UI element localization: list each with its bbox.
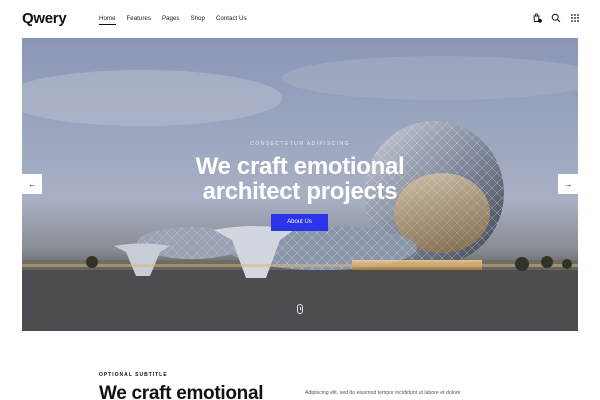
- grid-menu-icon[interactable]: [570, 13, 580, 23]
- nav-item-features[interactable]: Features: [127, 15, 151, 22]
- about-us-button[interactable]: About Us: [271, 214, 328, 231]
- slider-next-button[interactable]: →: [558, 174, 578, 194]
- site-logo[interactable]: Qwery: [22, 10, 67, 27]
- nav-item-shop[interactable]: Shop: [190, 15, 204, 22]
- nav-item-home[interactable]: Home: [99, 15, 116, 25]
- slider-prev-button[interactable]: ←: [22, 174, 42, 194]
- section-title: We craft emotional: [99, 383, 264, 400]
- section-subtitle: Optional subtitle: [99, 372, 168, 378]
- header-icons: [532, 13, 580, 23]
- hero-title-line-1: We craft emotional: [195, 153, 405, 180]
- arrow-left-icon: ←: [27, 179, 37, 189]
- search-icon[interactable]: [551, 13, 561, 23]
- site-header: Qwery Home Features Pages Shop Contact U…: [0, 0, 600, 38]
- nav-item-contact-us[interactable]: Contact Us: [216, 15, 247, 22]
- nav-item-pages[interactable]: Pages: [162, 15, 180, 22]
- arrow-right-icon: →: [563, 179, 573, 189]
- hero-eyebrow: Consectetur adipiscing: [250, 141, 350, 147]
- section-text: Adipiscing elit, sed do eiusmod tempor i…: [305, 390, 461, 396]
- main-nav: Home Features Pages Shop Contact Us: [99, 15, 258, 25]
- mouse-scroll-icon: [297, 304, 303, 314]
- hero-title-line-2: architect projects: [202, 178, 398, 205]
- hero-title: We craft emotional architect projects: [22, 154, 578, 204]
- hero-slider: Consectetur adipiscing We craft emotiona…: [22, 38, 578, 331]
- cart-icon[interactable]: [532, 13, 542, 23]
